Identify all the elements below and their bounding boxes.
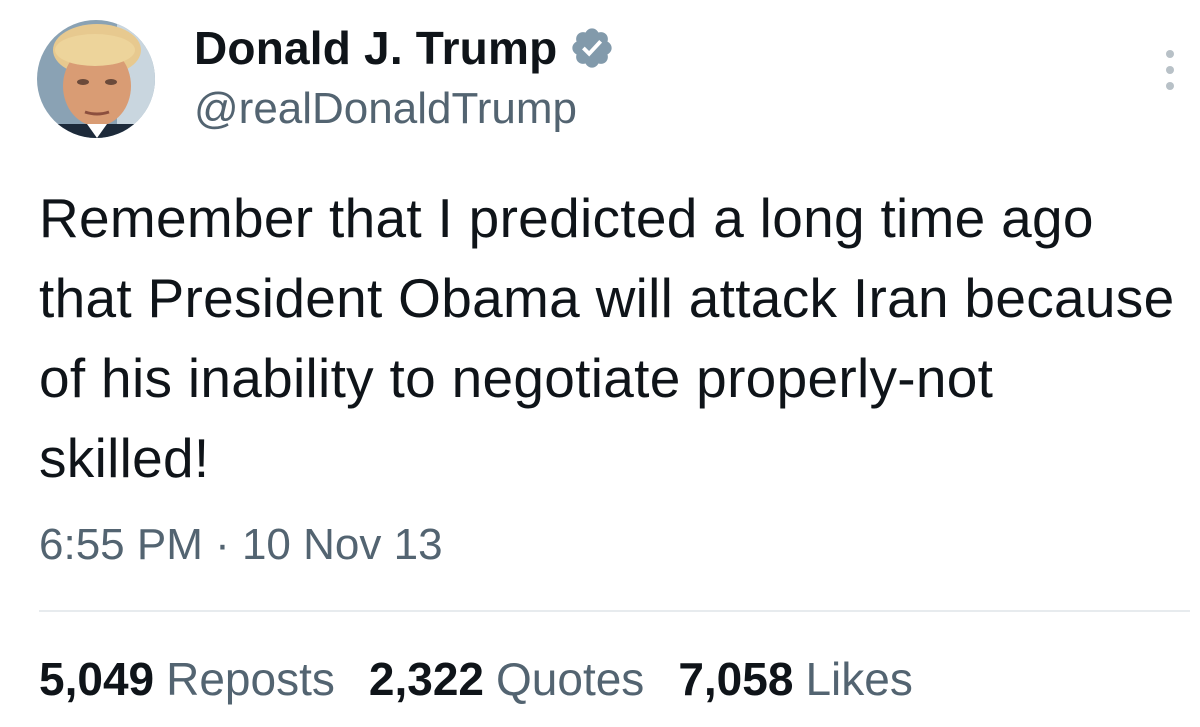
reposts-stat[interactable]: 5,049 Reposts [39, 652, 335, 706]
author-name-row: Donald J. Trump [194, 18, 615, 78]
more-dot [1166, 50, 1174, 58]
reposts-count: 5,049 [39, 653, 155, 705]
divider [39, 610, 1190, 612]
quotes-count: 2,322 [368, 653, 484, 705]
tweet-text: Remember that I predicted a long time ag… [39, 187, 1175, 489]
more-dot [1166, 82, 1174, 90]
avatar[interactable] [37, 20, 155, 138]
author-handle[interactable]: @realDonaldTrump [194, 84, 577, 134]
author-display-name[interactable]: Donald J. Trump [194, 21, 557, 75]
quotes-label: Quotes [496, 653, 645, 705]
more-options-icon[interactable] [1155, 50, 1185, 90]
reposts-label: Reposts [166, 653, 335, 705]
tweet-card: Donald J. Trump @realDonaldTrump Remembe… [0, 0, 1200, 727]
likes-label: Likes [805, 653, 913, 705]
avatar-image [37, 20, 155, 138]
more-dot [1166, 66, 1174, 74]
tweet-timestamp[interactable]: 6:55 PM · 10 Nov 13 [39, 520, 443, 570]
likes-stat[interactable]: 7,058 Likes [678, 652, 913, 706]
quotes-stat[interactable]: 2,322 Quotes [369, 652, 644, 706]
engagement-stats: 5,049 Reposts 2,322 Quotes 7,058 Likes [39, 652, 947, 706]
verified-badge-icon[interactable] [569, 25, 615, 71]
likes-count: 7,058 [678, 653, 794, 705]
